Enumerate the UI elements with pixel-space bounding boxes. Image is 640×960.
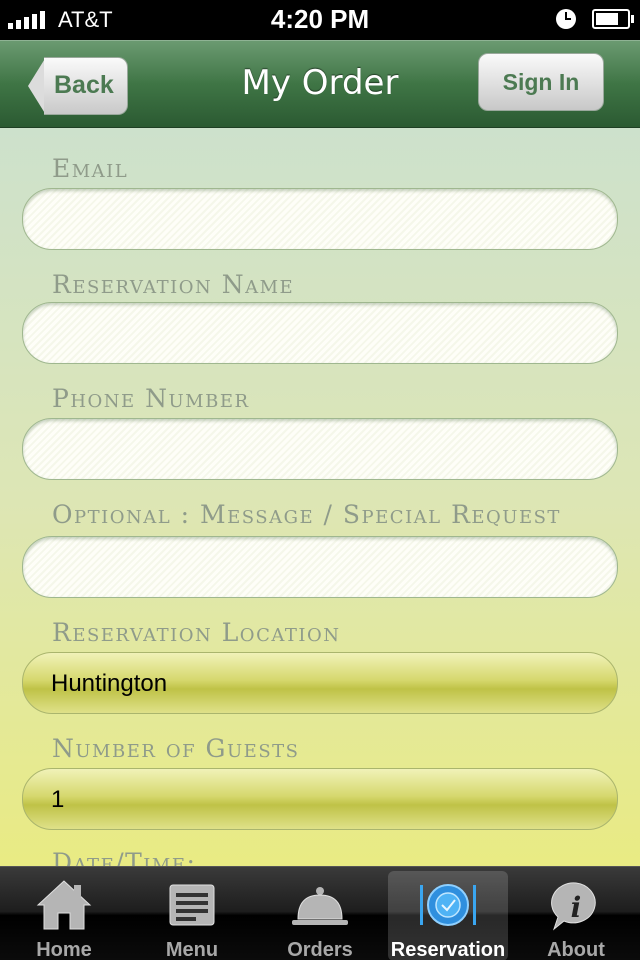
tab-orders[interactable]: Orders	[260, 871, 380, 960]
tab-about[interactable]: i About	[516, 871, 636, 960]
tab-reservation[interactable]: Reservation	[388, 871, 508, 960]
phone-number-label: Phone Number	[52, 384, 250, 413]
tab-bar: Home Menu Orders Reservation i About	[0, 866, 640, 960]
tab-home-label: Home	[36, 939, 92, 960]
cloche-icon	[292, 887, 348, 925]
sign-in-button[interactable]: Sign In	[478, 53, 604, 111]
status-time: 4:20 PM	[270, 4, 370, 34]
tab-orders-label: Orders	[287, 939, 353, 960]
menu-icon	[169, 884, 215, 926]
email-field[interactable]	[22, 188, 618, 250]
svg-text:i: i	[571, 891, 582, 924]
reservation-name-field[interactable]	[22, 302, 618, 364]
number-of-guests-label: Number of Guests	[52, 734, 300, 763]
info-icon: i	[551, 882, 596, 931]
battery-icon	[592, 9, 634, 29]
plate-icon	[420, 884, 476, 926]
number-of-guests-value: 1	[51, 786, 65, 813]
phone-number-field[interactable]	[22, 418, 618, 480]
message-label: Optional : Message / Special Request	[52, 500, 561, 529]
reservation-name-label: Reservation Name	[52, 270, 295, 299]
number-of-guests-select[interactable]: 1	[22, 768, 618, 830]
tab-reservation-label: Reservation	[390, 939, 506, 960]
alarm-clock-icon	[556, 9, 576, 29]
tab-menu[interactable]: Menu	[132, 871, 252, 960]
navigation-bar: Back My Order Sign In	[0, 40, 640, 128]
reservation-location-value: Huntington	[51, 670, 168, 697]
reservation-location-label: Reservation Location	[52, 618, 341, 647]
sign-in-button-label: Sign In	[502, 69, 580, 95]
reservation-form: Email Reservation Name Phone Number Opti…	[0, 128, 640, 866]
date-time-label: Date/Time:	[52, 848, 197, 866]
tab-home[interactable]: Home	[4, 871, 124, 960]
home-icon	[36, 880, 92, 930]
reservation-location-select[interactable]: Huntington	[22, 652, 618, 714]
tab-about-label: About	[547, 939, 605, 960]
status-bar: AT&T 4:20 PM	[0, 0, 640, 40]
email-label: Email	[52, 154, 129, 183]
tab-menu-label: Menu	[165, 939, 219, 960]
message-field[interactable]	[22, 536, 618, 598]
